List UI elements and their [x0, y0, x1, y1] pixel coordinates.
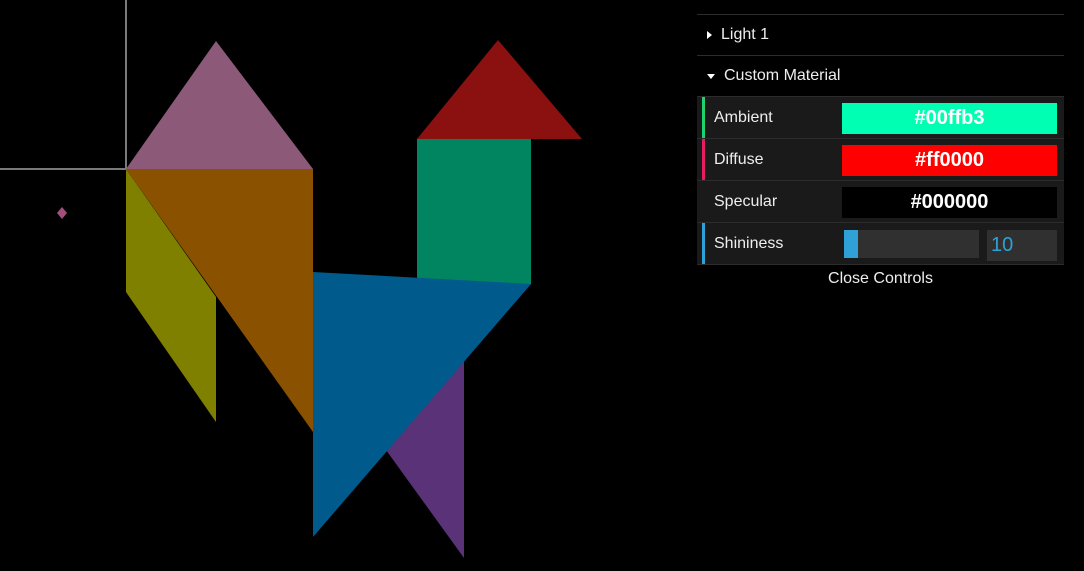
diffuse-row: Diffuse #ff0000: [697, 139, 1064, 181]
diffuse-label: Diffuse: [714, 150, 764, 168]
close-controls-button[interactable]: Close Controls: [697, 265, 1064, 293]
folder-light-1-label: Light 1: [721, 26, 770, 43]
diffuse-stripe: [702, 139, 705, 180]
shininess-stripe: [702, 223, 705, 264]
folder-custom-material[interactable]: Custom Material: [697, 56, 1064, 97]
folder-light-1[interactable]: Light 1: [697, 15, 1064, 56]
shininess-slider-fill: [844, 230, 858, 258]
specular-row: Specular #000000: [697, 181, 1064, 223]
ambient-label: Ambient: [714, 108, 773, 126]
caret-right-icon: [707, 31, 712, 39]
caret-down-icon: [707, 73, 715, 79]
shininess-row: Shininess 10: [697, 223, 1064, 265]
light-marker: [57, 207, 67, 219]
specular-color-picker[interactable]: #000000: [842, 187, 1057, 218]
red-triangle: [417, 40, 582, 139]
shininess-slider[interactable]: [844, 230, 979, 258]
ambient-color-picker[interactable]: #00ffb3: [842, 103, 1057, 134]
folder-custom-material-label: Custom Material: [724, 67, 841, 84]
shininess-input[interactable]: 10: [987, 230, 1057, 261]
ambient-stripe: [702, 97, 705, 138]
controls-panel: Light 1 Custom Material Ambient #00ffb3 …: [697, 0, 1064, 293]
shininess-label: Shininess: [714, 234, 784, 252]
collapsed-folder-edge: [697, 0, 1064, 15]
ambient-row: Ambient #00ffb3: [697, 97, 1064, 139]
pink-triangle: [126, 41, 313, 169]
green-square: [417, 139, 531, 284]
diffuse-color-picker[interactable]: #ff0000: [842, 145, 1057, 176]
specular-label: Specular: [714, 192, 778, 210]
